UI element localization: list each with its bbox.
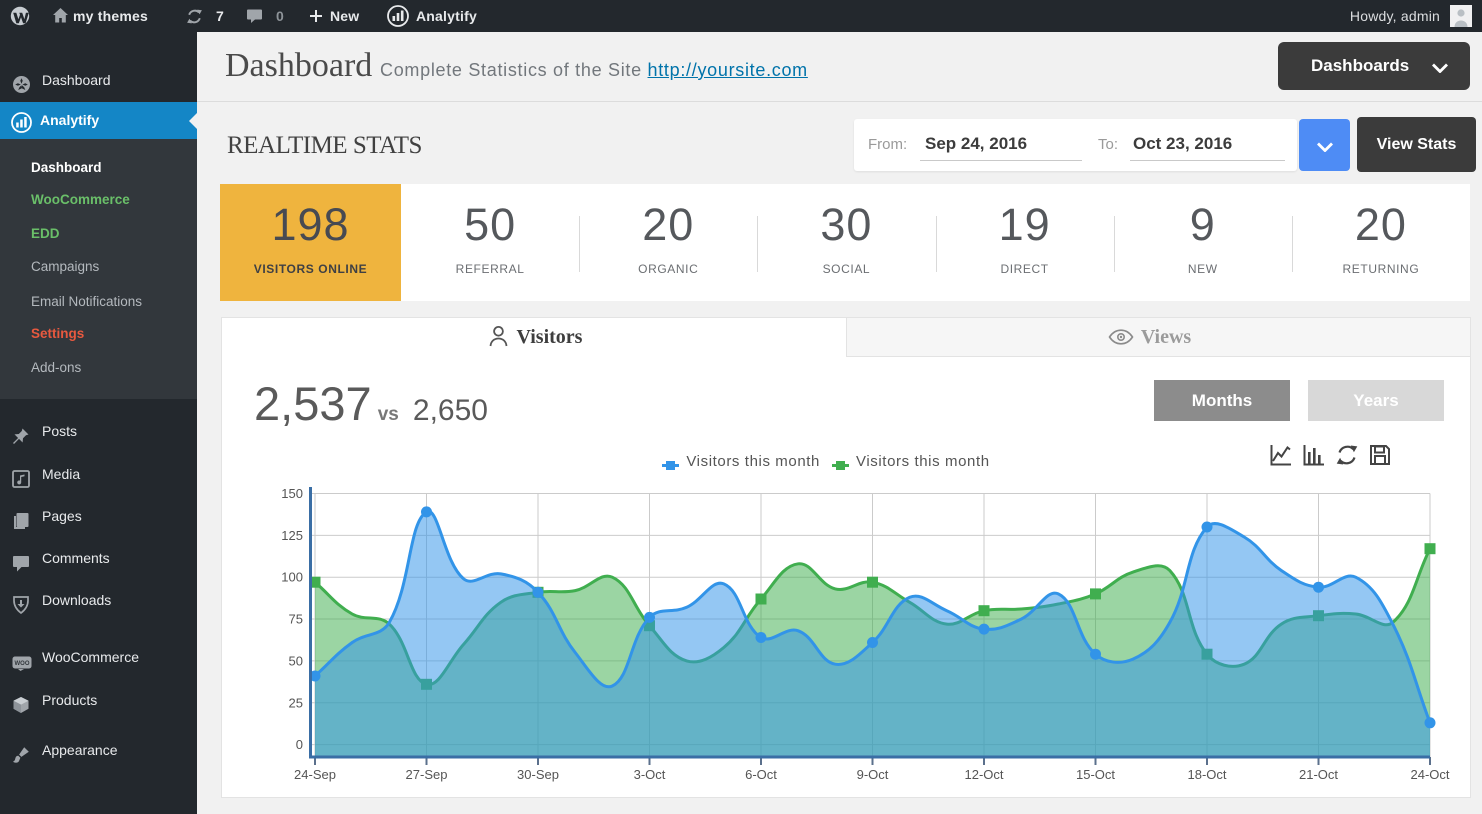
svg-text:18-Oct: 18-Oct bbox=[1187, 767, 1226, 782]
svg-text:0: 0 bbox=[296, 737, 303, 752]
svg-text:3-Oct: 3-Oct bbox=[634, 767, 666, 782]
svg-text:12-Oct: 12-Oct bbox=[964, 767, 1003, 782]
svg-text:150: 150 bbox=[281, 486, 303, 501]
svg-text:21-Oct: 21-Oct bbox=[1299, 767, 1338, 782]
svg-text:WOO: WOO bbox=[15, 661, 30, 667]
svg-text:75: 75 bbox=[289, 612, 303, 627]
svg-text:24-Oct: 24-Oct bbox=[1410, 767, 1449, 782]
svg-text:25: 25 bbox=[289, 695, 303, 710]
svg-text:24-Sep: 24-Sep bbox=[294, 767, 336, 782]
svg-text:100: 100 bbox=[281, 570, 303, 585]
svg-text:9-Oct: 9-Oct bbox=[857, 767, 889, 782]
svg-text:15-Oct: 15-Oct bbox=[1076, 767, 1115, 782]
svg-text:125: 125 bbox=[281, 528, 303, 543]
svg-text:30-Sep: 30-Sep bbox=[517, 767, 559, 782]
svg-text:6-Oct: 6-Oct bbox=[745, 767, 777, 782]
svg-text:27-Sep: 27-Sep bbox=[406, 767, 448, 782]
svg-text:50: 50 bbox=[289, 653, 303, 668]
